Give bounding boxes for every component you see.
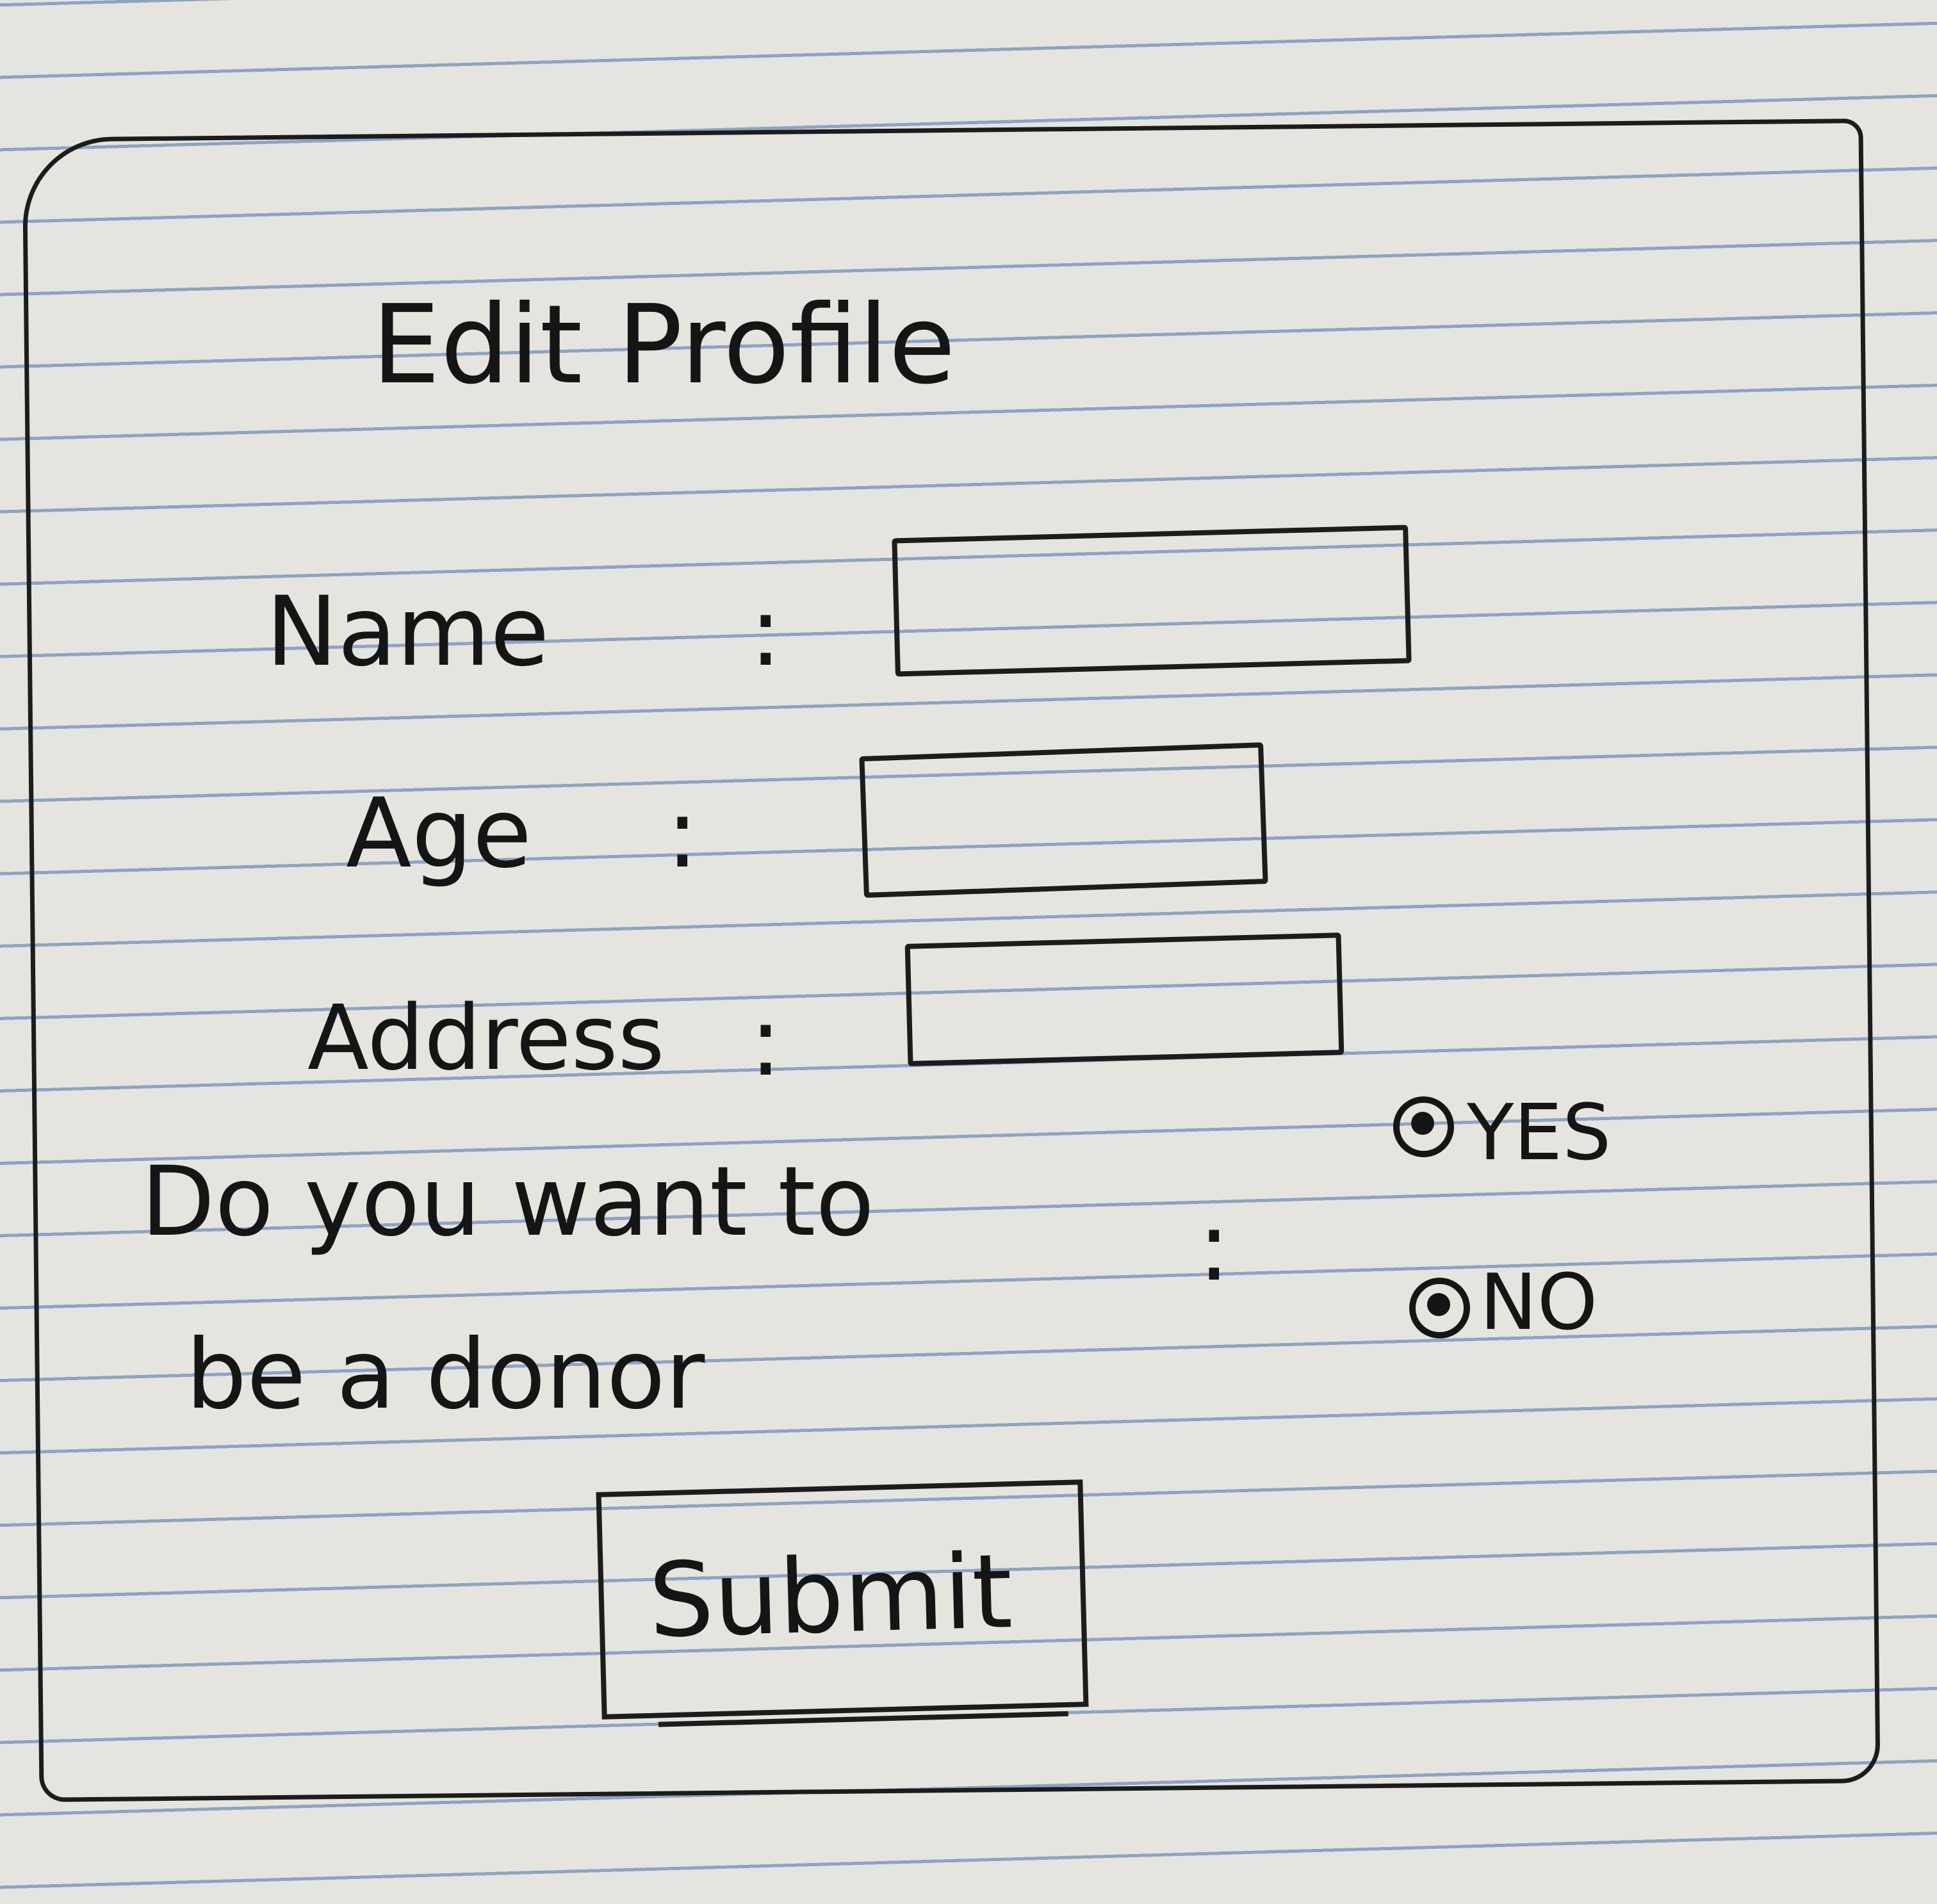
address-input[interactable] <box>904 932 1344 1066</box>
address-colon: : <box>749 986 782 1098</box>
age-input[interactable] <box>859 742 1268 898</box>
name-colon: : <box>749 576 782 688</box>
submit-label: Submit <box>647 1531 1014 1661</box>
age-label: Age <box>346 778 532 890</box>
radio-dot <box>1427 1293 1450 1316</box>
radio-button-icon[interactable] <box>1409 1278 1470 1338</box>
donor-colon: : <box>1198 1191 1230 1303</box>
address-label: Address <box>307 986 665 1091</box>
name-label: Name <box>266 576 550 688</box>
page-title: Edit Profile <box>372 282 956 409</box>
donor-question-line1: Do you want to <box>141 1146 874 1258</box>
donor-question-line2: be a donor <box>186 1319 705 1431</box>
radio-yes-label[interactable]: YES <box>1467 1089 1611 1178</box>
age-colon: : <box>666 778 699 890</box>
name-input[interactable] <box>892 525 1412 677</box>
radio-button-icon[interactable] <box>1393 1096 1454 1157</box>
submit-button[interactable]: Submit <box>596 1479 1089 1727</box>
radio-no-label[interactable]: NO <box>1480 1258 1598 1347</box>
radio-dot <box>1411 1112 1434 1135</box>
